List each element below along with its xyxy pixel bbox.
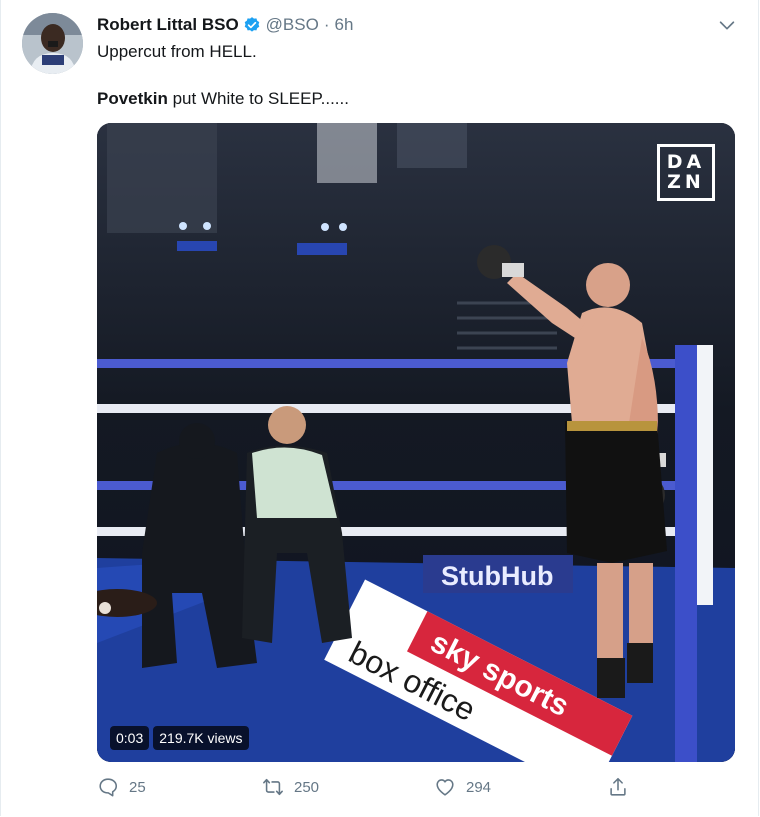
tweet-header: Robert Littal BSO @BSO · 6h xyxy=(97,14,353,36)
tweet-text-bold: Povetkin xyxy=(97,89,168,108)
dazn-logo-top: DA xyxy=(666,151,706,173)
reply-icon xyxy=(99,778,118,797)
retweet-count: 250 xyxy=(294,778,320,796)
video-frame: sky sports box office StubHub xyxy=(97,123,735,762)
handle[interactable]: @BSO xyxy=(266,15,319,35)
tweet-text-line-2: Povetkin put White to SLEEP...... xyxy=(97,89,349,109)
share-icon xyxy=(610,777,626,796)
retweet-button[interactable]: 250 xyxy=(262,776,319,798)
video-player[interactable]: sky sports box office StubHub DA ZN 0:03… xyxy=(97,123,735,762)
reply-count: 25 xyxy=(129,778,146,796)
like-count: 294 xyxy=(466,778,492,796)
like-button[interactable]: 294 xyxy=(434,776,491,798)
action-bar: 25 250 294 xyxy=(97,776,637,802)
chevron-down-icon[interactable] xyxy=(716,14,738,36)
tweet-card[interactable]: Robert Littal BSO @BSO · 6h Uppercut fro… xyxy=(0,0,759,816)
display-name[interactable]: Robert Littal BSO xyxy=(97,15,239,35)
share-button[interactable] xyxy=(607,776,639,798)
separator-dot: · xyxy=(323,15,330,34)
reply-button[interactable]: 25 xyxy=(97,776,146,798)
avatar[interactable] xyxy=(22,13,83,74)
dazn-logo: DA ZN xyxy=(657,144,715,201)
video-timestamp: 0:03 xyxy=(110,726,150,750)
view-count: 219.7K views xyxy=(153,726,249,750)
dazn-logo-bottom: ZN xyxy=(667,171,705,193)
tweet-text-rest: put White to SLEEP...... xyxy=(167,89,349,108)
stubhub-banner: StubHub xyxy=(441,561,553,591)
timestamp-link[interactable]: 6h xyxy=(335,15,354,35)
verified-badge-icon xyxy=(244,17,259,32)
retweet-icon xyxy=(263,778,283,796)
video-overlay: 0:03 219.7K views xyxy=(110,726,249,750)
tweet-text-line-1: Uppercut from HELL. xyxy=(97,42,257,61)
avatar-image xyxy=(22,13,83,74)
heart-icon xyxy=(436,779,454,796)
